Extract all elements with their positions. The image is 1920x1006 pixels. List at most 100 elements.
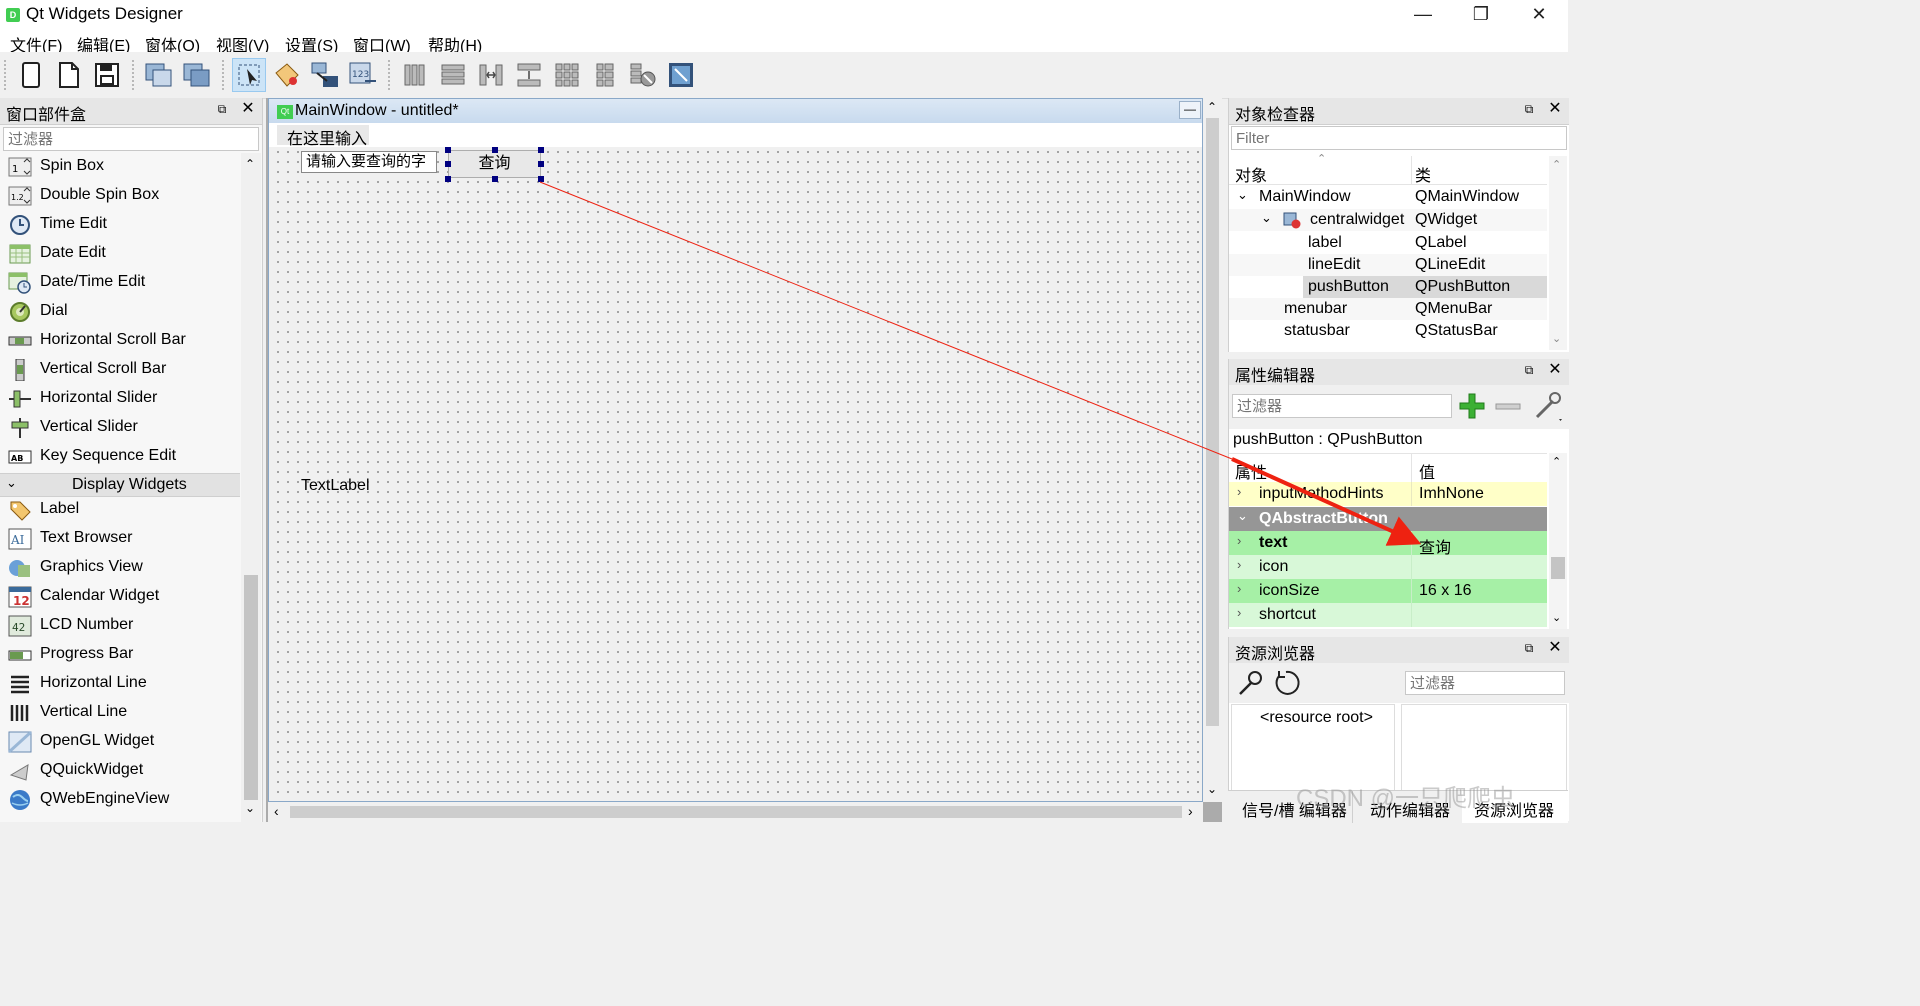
scroll-down-icon[interactable]: ⌄	[245, 801, 255, 815]
widget-item-date-edit[interactable]: Date Edit	[6, 240, 238, 269]
remove-dynamic-property-icon[interactable]	[1493, 391, 1523, 421]
column-class[interactable]: 类	[1415, 162, 1431, 186]
property-row[interactable]: › icon	[1229, 555, 1547, 579]
layout-form-icon[interactable]	[588, 58, 622, 92]
close-icon[interactable]: ✕	[240, 100, 256, 118]
property-row[interactable]: › shortcut	[1229, 603, 1547, 627]
scroll-down-icon[interactable]: ⌄	[1552, 611, 1561, 624]
column-value[interactable]: 值	[1419, 459, 1435, 483]
widget-item-horizontal-slider[interactable]: Horizontal Slider	[6, 385, 238, 414]
widget-item-vertical-scroll-bar[interactable]: Vertical Scroll Bar	[6, 356, 238, 385]
form-minimize-button[interactable]: —	[1179, 101, 1201, 119]
wrench-menu-icon[interactable]	[1531, 389, 1565, 423]
adjust-size-icon[interactable]	[664, 58, 698, 92]
restore-button[interactable]: ❐	[1452, 0, 1510, 30]
layout-grid-icon[interactable]	[550, 58, 584, 92]
column-object[interactable]: 对象	[1235, 162, 1267, 186]
widget-item-calendar-widget[interactable]: 12 Calendar Widget	[6, 583, 238, 612]
form-line-edit[interactable]: 请输入要查询的字	[301, 151, 437, 173]
layout-h-splitter-icon[interactable]	[474, 58, 508, 92]
scroll-up-icon[interactable]: ⌃	[1552, 455, 1561, 468]
form-canvas[interactable]: 请输入要查询的字 查询 TextLabel	[273, 147, 1202, 797]
property-row[interactable]: › inputMethodHints ImhNone	[1229, 482, 1547, 506]
widget-item-opengl-widget[interactable]: OpenGL Widget	[6, 728, 238, 757]
object-tree-scrollbar[interactable]: ⌃ ⌄	[1549, 156, 1567, 350]
form-query-button[interactable]: 查询	[448, 150, 541, 178]
save-form-icon[interactable]	[90, 58, 124, 92]
widget-item-progress-bar[interactable]: Progress Bar	[6, 641, 238, 670]
widget-item-text-browser[interactable]: AI Text Browser	[6, 525, 238, 554]
property-row[interactable]: › text 查询	[1229, 531, 1547, 557]
tree-row[interactable]: statusbar QStatusBar	[1229, 320, 1547, 342]
property-group-qabstractbutton[interactable]: ⌄ QAbstractButton	[1229, 507, 1547, 531]
widget-item-vertical-line[interactable]: Vertical Line	[6, 699, 238, 728]
scroll-up-icon[interactable]: ⌃	[1552, 158, 1561, 171]
property-scrollbar[interactable]: ⌃ ⌄	[1549, 453, 1567, 629]
float-icon[interactable]: ⧉	[1522, 363, 1536, 377]
widget-item-dial[interactable]: Dial	[6, 298, 238, 327]
edit-widgets-icon[interactable]	[232, 58, 266, 92]
resource-root-item[interactable]: <resource root>	[1260, 709, 1373, 727]
layout-vertical-icon[interactable]	[436, 58, 470, 92]
tree-row[interactable]: ⌄ centralwidget QWidget	[1229, 209, 1547, 231]
form-text-label[interactable]: TextLabel	[301, 477, 370, 495]
selection-handle[interactable]	[445, 147, 451, 153]
reload-icon[interactable]	[1271, 668, 1301, 698]
property-row[interactable]: › iconSize 16 x 16	[1229, 579, 1547, 603]
scrollbar-thumb[interactable]	[1551, 557, 1565, 579]
widget-item-vertical-slider[interactable]: Vertical Slider	[6, 414, 238, 443]
float-icon[interactable]: ⧉	[1522, 102, 1536, 116]
widget-item-time-edit[interactable]: Time Edit	[6, 211, 238, 240]
widget-item-horizontal-line[interactable]: Horizontal Line	[6, 670, 238, 699]
close-icon[interactable]: ✕	[1547, 639, 1563, 657]
widget-item-qwebengineview[interactable]: QWebEngineView	[6, 786, 238, 815]
scroll-up-icon[interactable]: ⌃	[1207, 100, 1217, 114]
tree-row[interactable]: label QLabel	[1229, 232, 1547, 254]
window-tile-icon[interactable]	[180, 58, 214, 92]
selection-handle[interactable]	[445, 176, 451, 182]
selection-handle[interactable]	[492, 176, 498, 182]
form-menu-type-here[interactable]: 在这里输入	[277, 125, 369, 148]
new-form-icon[interactable]	[14, 58, 48, 92]
mdi-vertical-scrollbar[interactable]: ⌃ ⌄	[1203, 98, 1222, 802]
selection-handle[interactable]	[445, 161, 451, 167]
widget-item-double-spin-box[interactable]: 1.2 Double Spin Box	[6, 182, 238, 211]
selection-handle[interactable]	[538, 147, 544, 153]
layout-v-splitter-icon[interactable]	[512, 58, 546, 92]
selection-handle[interactable]	[538, 161, 544, 167]
widget-item-graphics-view[interactable]: Graphics View	[6, 554, 238, 583]
float-icon[interactable]: ⧉	[1522, 641, 1536, 655]
widget-item-spin-box[interactable]: 1 Spin Box	[6, 153, 238, 182]
layout-horizontal-icon[interactable]	[398, 58, 432, 92]
close-window-button[interactable]: ✕	[1510, 0, 1568, 30]
add-dynamic-property-icon[interactable]	[1457, 391, 1487, 421]
break-layout-icon[interactable]	[626, 58, 660, 92]
widget-item-label[interactable]: Label	[6, 496, 238, 525]
property-filter-input[interactable]	[1232, 394, 1452, 418]
scroll-down-icon[interactable]: ⌄	[1207, 782, 1217, 796]
scrollbar-thumb[interactable]	[244, 575, 258, 800]
category-display-widgets[interactable]: ⌄ Display Widgets	[0, 473, 240, 497]
selection-handle[interactable]	[492, 147, 498, 153]
tree-row-selected[interactable]: pushButton QPushButton	[1229, 276, 1547, 298]
scroll-up-icon[interactable]: ⌃	[245, 157, 255, 171]
selection-handle[interactable]	[538, 176, 544, 182]
scrollbar-thumb[interactable]	[290, 806, 1182, 818]
window-cascade-icon[interactable]	[142, 58, 176, 92]
scroll-right-icon[interactable]: ›	[1188, 803, 1193, 819]
float-icon[interactable]: ⧉	[215, 102, 229, 116]
object-filter-input[interactable]	[1231, 126, 1567, 150]
tree-row[interactable]: ⌄ MainWindow QMainWindow	[1229, 186, 1547, 208]
widget-item-qquickwidget[interactable]: QQuickWidget	[6, 757, 238, 786]
edit-buddies-icon[interactable]	[308, 58, 342, 92]
minimize-button[interactable]: —	[1394, 0, 1452, 30]
widget-item-date-time-edit[interactable]: Date/Time Edit	[6, 269, 238, 298]
widget-box-filter-input[interactable]	[3, 127, 259, 151]
column-property[interactable]: 属性	[1235, 459, 1267, 483]
widget-item-lcd-number[interactable]: 42 LCD Number	[6, 612, 238, 641]
resource-filter-input[interactable]	[1405, 671, 1565, 695]
widget-box-scrollbar[interactable]: ⌃ ⌄	[241, 153, 261, 822]
scroll-down-icon[interactable]: ⌄	[1552, 332, 1561, 345]
close-icon[interactable]: ✕	[1547, 361, 1563, 379]
widget-item-horizontal-scroll-bar[interactable]: Horizontal Scroll Bar	[6, 327, 238, 356]
